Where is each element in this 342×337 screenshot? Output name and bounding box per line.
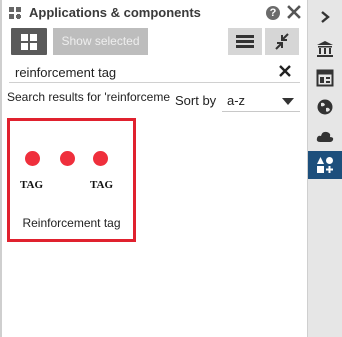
sort-select[interactable]: a-z <box>222 90 300 112</box>
applications-panel: Applications & components ? Show selecte… <box>0 0 307 337</box>
panel-header: Applications & components ? <box>2 0 307 26</box>
collapse-button[interactable] <box>265 28 299 55</box>
component-thumbnail: TAG TAG <box>18 143 118 199</box>
apps-add-icon <box>317 157 333 173</box>
tag-dot <box>93 151 108 166</box>
search-input[interactable] <box>9 62 269 82</box>
grid-view-icon <box>21 34 28 41</box>
thumbnail-tag-label: TAG <box>90 179 114 191</box>
sidebar-expand-button[interactable] <box>308 3 342 31</box>
panel-toolbar: Show selected <box>2 26 307 58</box>
apps-components-icon <box>9 7 21 19</box>
sort-by-label: Sort by <box>175 93 217 108</box>
search-results-text: Search results for 'reinforcement tag' <box>7 90 170 104</box>
globe-icon <box>317 99 333 115</box>
grid-view-button[interactable] <box>11 28 47 55</box>
component-card-name: Reinforcement tag <box>22 216 121 230</box>
sidebar-item-cloud[interactable] <box>308 123 342 151</box>
thumbnail-tag-label: TAG <box>20 179 44 191</box>
panel-title: Applications & components <box>29 5 201 20</box>
show-selected-button[interactable]: Show selected <box>53 28 148 55</box>
sidebar-item-globe[interactable] <box>308 93 342 121</box>
right-sidebar <box>307 0 342 337</box>
clear-search-icon[interactable] <box>278 64 292 78</box>
help-icon[interactable]: ? <box>266 6 280 20</box>
search-bar <box>9 61 300 83</box>
chevron-right-icon <box>321 11 330 23</box>
chevron-down-icon <box>282 98 294 105</box>
tag-dot <box>25 151 40 166</box>
layout-icon <box>316 69 334 87</box>
collapse-icon <box>275 33 289 50</box>
tag-dot <box>60 151 75 166</box>
sidebar-item-applications[interactable] <box>308 151 342 179</box>
sidebar-item-catalog[interactable] <box>308 35 342 63</box>
cloud-icon <box>316 131 334 142</box>
results-row: Search results for 'reinforcement tag' S… <box>2 86 307 114</box>
close-icon[interactable] <box>286 4 302 20</box>
list-menu-button[interactable] <box>228 28 262 55</box>
bank-icon <box>317 41 333 57</box>
list-menu-icon <box>236 35 254 38</box>
sort-select-value: a-z <box>227 93 246 108</box>
sidebar-item-layout[interactable] <box>308 64 342 92</box>
component-card[interactable]: TAG TAG Reinforcement tag <box>7 118 136 242</box>
